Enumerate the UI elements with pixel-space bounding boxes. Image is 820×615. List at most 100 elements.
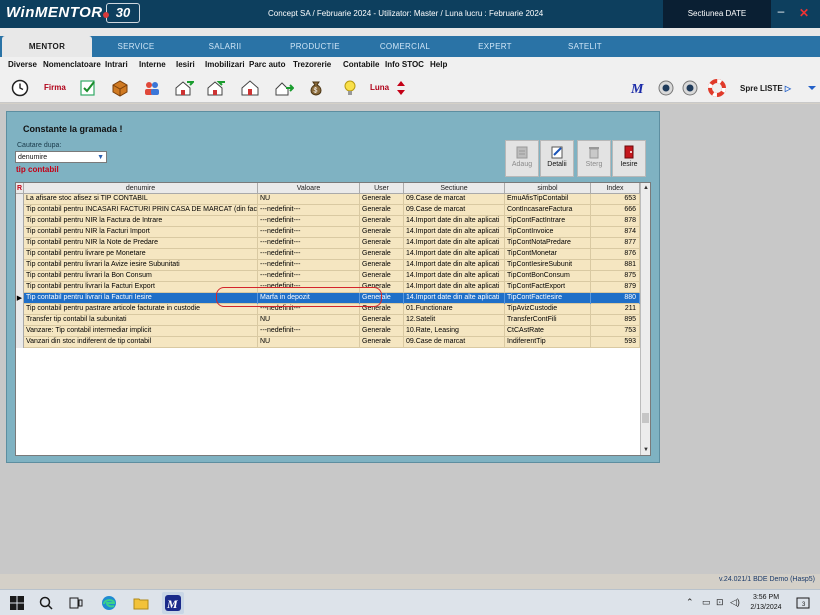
row-indicator[interactable] — [16, 260, 24, 271]
col-header-denumire[interactable]: denumire — [24, 183, 258, 194]
cell-valoare[interactable]: NU — [258, 315, 360, 326]
row-indicator[interactable] — [16, 216, 24, 227]
table-row-selected[interactable]: ▶ Tip contabil pentru livrari la Facturi … — [16, 293, 640, 304]
mentor-logo-icon[interactable]: M — [630, 79, 650, 97]
edge-browser-icon[interactable] — [100, 594, 118, 612]
cell-user[interactable]: Generale — [360, 227, 404, 238]
lifebuoy-icon[interactable] — [707, 79, 727, 97]
cell-user[interactable]: Generale — [360, 238, 404, 249]
row-indicator[interactable] — [16, 271, 24, 282]
cell-valoare[interactable]: ---nedefinit--- — [258, 326, 360, 337]
cell-index[interactable]: 876 — [591, 249, 640, 260]
row-indicator[interactable] — [16, 194, 24, 205]
delete-button[interactable]: Sterg — [577, 140, 611, 177]
cell-valoare[interactable]: ---nedefinit--- — [258, 227, 360, 238]
cell-sectiune[interactable]: 14.Import date din alte aplicati — [404, 216, 505, 227]
cell-user[interactable]: Generale — [360, 260, 404, 271]
cell-denumire[interactable]: Transfer tip contabil la subunitati — [24, 315, 258, 326]
cell-simbol[interactable]: IndiferentTip — [505, 337, 591, 348]
network-icon[interactable]: ▭ — [702, 597, 711, 608]
lightbulb-icon[interactable] — [340, 79, 360, 97]
cell-denumire[interactable]: La afisare stoc afisez si TIP CONTABIL — [24, 194, 258, 205]
table-row[interactable]: Vanzari din stoc indiferent de tip conta… — [16, 337, 640, 348]
cell-sectiune[interactable]: 12.Satelit — [404, 315, 505, 326]
cell-index[interactable]: 874 — [591, 227, 640, 238]
clock[interactable]: 3:56 PM 2/13/2024 — [746, 593, 786, 613]
cell-simbol[interactable]: TipAvizCustodie — [505, 304, 591, 315]
cell-user[interactable]: Generale — [360, 293, 404, 304]
cell-sectiune[interactable]: 14.Import date din alte aplicati — [404, 282, 505, 293]
table-row[interactable]: Tip contabil pentru livrare pe Monetare -… — [16, 249, 640, 260]
cell-valoare[interactable]: ---nedefinit--- — [258, 304, 360, 315]
details-button[interactable]: Detalii — [540, 140, 574, 177]
cell-sectiune[interactable]: 10.Rate, Leasing — [404, 326, 505, 337]
scroll-down-icon[interactable]: ▼ — [641, 445, 650, 455]
tray-chevron-icon[interactable]: ⌃ — [686, 597, 694, 608]
money-bag-icon[interactable]: $ — [306, 79, 326, 97]
table-row[interactable]: Tip contabil pentru INCASARI FACTURI PRI… — [16, 205, 640, 216]
cell-sectiune[interactable]: 14.Import date din alte aplicati — [404, 227, 505, 238]
search-input[interactable]: tip contabil — [16, 165, 59, 174]
cell-simbol[interactable]: TipContInvoice — [505, 227, 591, 238]
row-indicator[interactable] — [16, 282, 24, 293]
cell-simbol[interactable]: EmuAfisTipContabil — [505, 194, 591, 205]
cell-valoare[interactable]: NU — [258, 337, 360, 348]
cell-sectiune[interactable]: 09.Case de marcat — [404, 205, 505, 216]
luna-button[interactable]: Luna — [370, 83, 389, 92]
cell-index[interactable]: 653 — [591, 194, 640, 205]
table-row[interactable]: La afisare stoc afisez si TIP CONTABIL NU… — [16, 194, 640, 205]
cell-sectiune[interactable]: 14.Import date din alte aplicati — [404, 271, 505, 282]
cell-user[interactable]: Generale — [360, 216, 404, 227]
col-header-index[interactable]: Index — [591, 183, 640, 194]
menu-info-stoc[interactable]: Info STOC — [385, 60, 424, 69]
cell-denumire[interactable]: Tip contabil pentru NIR la Note de Preda… — [24, 238, 258, 249]
cell-index[interactable]: 879 — [591, 282, 640, 293]
cell-denumire[interactable]: Tip contabil pentru livrari la Bon Consu… — [24, 271, 258, 282]
table-row[interactable]: Tip contabil pentru NIR la Facturi Impor… — [16, 227, 640, 238]
cell-denumire[interactable]: Vanzari din stoc indiferent de tip conta… — [24, 337, 258, 348]
menu-interne[interactable]: Interne — [139, 60, 166, 69]
menu-contabile[interactable]: Contabile — [343, 60, 379, 69]
cell-index[interactable]: 593 — [591, 337, 640, 348]
row-indicator[interactable] — [16, 337, 24, 348]
cell-valoare[interactable]: ---nedefinit--- — [258, 216, 360, 227]
cell-index[interactable]: 875 — [591, 271, 640, 282]
cell-simbol[interactable]: CtCAstRate — [505, 326, 591, 337]
chevron-down-icon[interactable] — [802, 79, 820, 97]
house-icon[interactable] — [240, 79, 260, 97]
row-indicator[interactable] — [16, 315, 24, 326]
cell-user[interactable]: Generale — [360, 282, 404, 293]
cell-user[interactable]: Generale — [360, 249, 404, 260]
cell-denumire[interactable]: Vanzare: Tip contabil intermediar implic… — [24, 326, 258, 337]
col-header-user[interactable]: User — [360, 183, 404, 194]
cell-index[interactable]: 753 — [591, 326, 640, 337]
box-icon[interactable] — [110, 79, 130, 97]
cell-simbol[interactable]: TipContFactIntrare — [505, 216, 591, 227]
cell-user[interactable]: Generale — [360, 326, 404, 337]
cell-user[interactable]: Generale — [360, 271, 404, 282]
cell-index[interactable]: 880 — [591, 293, 640, 304]
house-in-icon[interactable] — [174, 79, 194, 97]
cell-index[interactable]: 881 — [591, 260, 640, 271]
row-indicator[interactable] — [16, 238, 24, 249]
record-icon[interactable] — [656, 79, 676, 97]
row-indicator[interactable] — [16, 205, 24, 216]
cell-user[interactable]: Generale — [360, 194, 404, 205]
col-header-simbol[interactable]: simbol — [505, 183, 591, 194]
vertical-scrollbar[interactable]: ▲ ▼ — [640, 183, 650, 455]
cell-user[interactable]: Generale — [360, 205, 404, 216]
transfer-icon[interactable] — [274, 79, 294, 97]
cell-sectiune[interactable]: 14.Import date din alte aplicati — [404, 238, 505, 249]
menu-trezorerie[interactable]: Trezorerie — [293, 60, 331, 69]
cell-user[interactable]: Generale — [360, 304, 404, 315]
add-button[interactable]: Adaug — [505, 140, 539, 177]
menu-nomenclatoare[interactable]: Nomenclatoare — [43, 60, 101, 69]
cell-denumire[interactable]: Tip contabil pentru livrare pe Monetare — [24, 249, 258, 260]
file-explorer-icon[interactable] — [132, 594, 150, 612]
cell-sectiune[interactable]: 14.Import date din alte aplicati — [404, 293, 505, 304]
cell-valoare[interactable]: ---nedefinit--- — [258, 238, 360, 249]
col-header-sectiune[interactable]: Sectiune — [404, 183, 505, 194]
cell-valoare[interactable]: ---nedefinit--- — [258, 282, 360, 293]
cell-valoare[interactable]: ---nedefinit--- — [258, 260, 360, 271]
cell-denumire[interactable]: Tip contabil pentru livrari la Facturi I… — [24, 293, 258, 304]
